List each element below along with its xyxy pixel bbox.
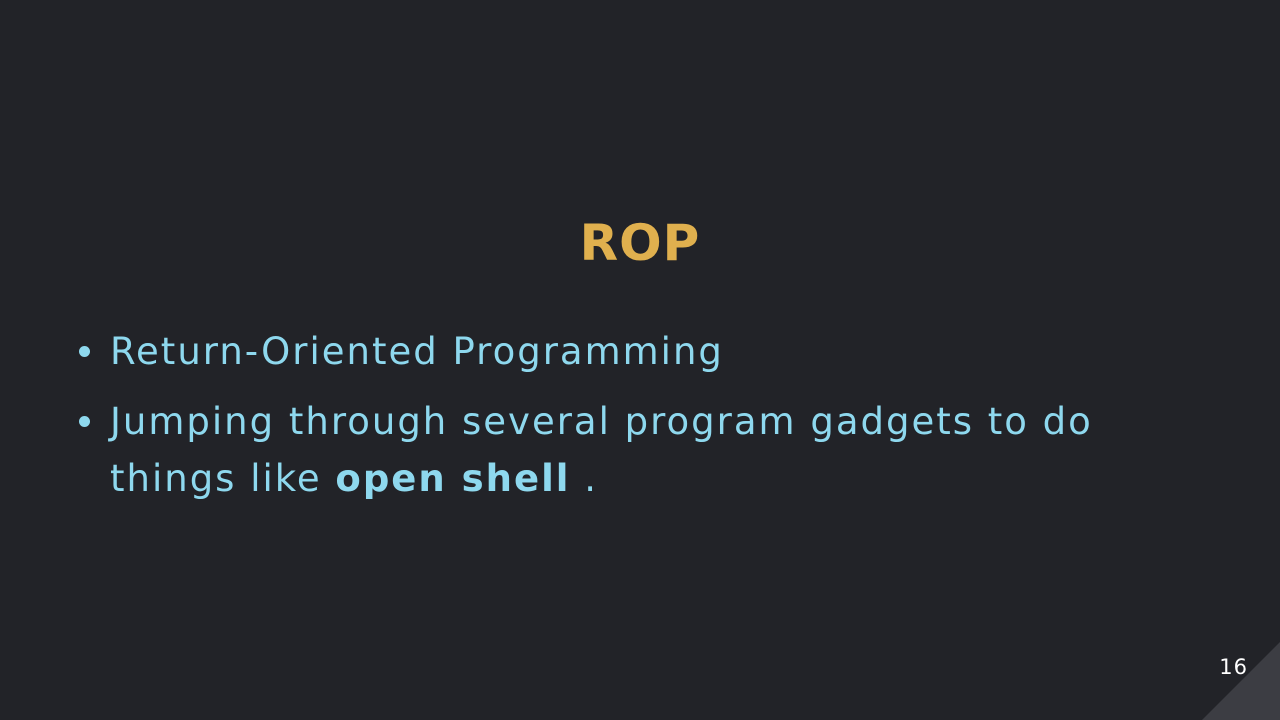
presentation-slide: ROP Return-Oriented Programming Jumping … (0, 0, 1280, 720)
bullet-text: Jumping through several program gadgets … (110, 400, 1093, 500)
bullet-dot-icon (79, 346, 90, 357)
bold-phrase: open shell (335, 457, 571, 500)
bullet-item: Jumping through several program gadgets … (76, 393, 1186, 507)
bullet-item: Return-Oriented Programming (76, 323, 1186, 380)
bullet-text: Return-Oriented Programming (110, 330, 724, 373)
bullet-list: Return-Oriented Programming Jumping thro… (76, 323, 1186, 520)
slide-title: ROP (579, 214, 701, 272)
bullet-text-end: . (570, 457, 598, 500)
bullet-dot-icon (79, 416, 90, 427)
page-number: 16 (1219, 655, 1248, 679)
